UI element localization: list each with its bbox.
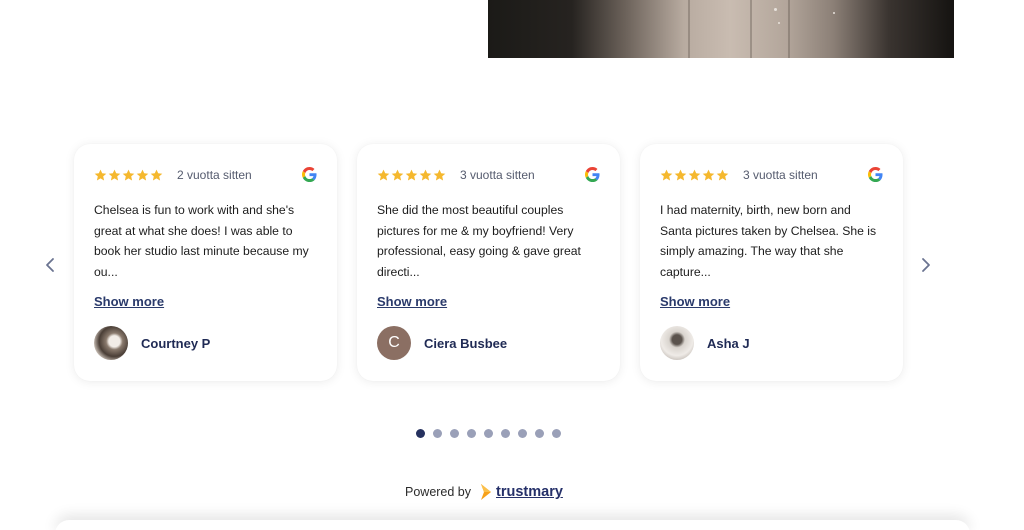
review-card: 2 vuotta sitten Chelsea is fun to work w… [74, 144, 337, 381]
star-icon [122, 169, 135, 180]
carousel-prev-button[interactable] [41, 256, 59, 274]
star-icon [688, 169, 701, 180]
star-icon [702, 169, 715, 180]
author-name: Courtney P [141, 335, 211, 351]
trustmary-logo-icon [481, 484, 492, 500]
chevron-left-icon [46, 258, 54, 272]
star-rating [377, 169, 446, 182]
powered-by-label: Powered by [405, 485, 472, 499]
author-name: Asha J [707, 335, 750, 351]
review-card: 3 vuotta sitten I had maternity, birth, … [640, 144, 903, 381]
review-time: 3 vuotta sitten [460, 168, 535, 182]
avatar: C [377, 326, 411, 360]
review-header: 2 vuotta sitten [94, 167, 319, 183]
review-time: 2 vuotta sitten [177, 168, 252, 182]
review-header: 3 vuotta sitten [660, 167, 885, 183]
star-icon [150, 169, 163, 180]
next-section-edge [55, 520, 970, 530]
review-time: 3 vuotta sitten [743, 168, 818, 182]
pagination-dot[interactable] [518, 429, 527, 438]
review-text: She did the most beautiful couples pictu… [377, 203, 581, 279]
carousel-next-button[interactable] [917, 256, 935, 274]
star-icon [136, 169, 149, 180]
chevron-right-icon [922, 258, 930, 272]
pagination-dot[interactable] [552, 429, 561, 438]
avatar [660, 326, 694, 360]
reviews-carousel: 2 vuotta sitten Chelsea is fun to work w… [0, 0, 1024, 530]
review-text: I had maternity, birth, new born and San… [660, 203, 877, 279]
star-icon [94, 169, 107, 180]
google-icon [302, 167, 317, 182]
author-name: Ciera Busbee [424, 335, 508, 351]
powered-by: Powered by trustmary [405, 481, 563, 503]
star-icon [674, 169, 687, 180]
pagination-dot[interactable] [535, 429, 544, 438]
star-icon [433, 169, 446, 180]
star-icon [377, 169, 390, 180]
review-author: C Ciera Busbee [377, 326, 507, 360]
trustmary-link[interactable]: trustmary [496, 484, 563, 500]
show-more-link[interactable]: Show more [94, 294, 164, 309]
star-rating [94, 169, 163, 182]
star-icon [716, 169, 729, 180]
show-more-link[interactable]: Show more [660, 294, 730, 309]
avatar [94, 326, 128, 360]
pagination-dot[interactable] [501, 429, 510, 438]
star-icon [108, 169, 121, 180]
review-author: Asha J [660, 326, 750, 360]
pagination-dot[interactable] [484, 429, 493, 438]
google-icon [868, 167, 883, 182]
review-text: Chelsea is fun to work with and she's gr… [94, 203, 309, 279]
star-rating [660, 169, 729, 182]
pagination-dot[interactable] [416, 429, 425, 438]
review-author: Courtney P [94, 326, 210, 360]
review-header: 3 vuotta sitten [377, 167, 602, 183]
star-icon [419, 169, 432, 180]
google-icon [585, 167, 600, 182]
star-icon [405, 169, 418, 180]
review-card: 3 vuotta sitten She did the most beautif… [357, 144, 620, 381]
show-more-link[interactable]: Show more [377, 294, 447, 309]
star-icon [660, 169, 673, 180]
pagination-dot[interactable] [467, 429, 476, 438]
star-icon [391, 169, 404, 180]
carousel-pagination [416, 429, 561, 438]
pagination-dot[interactable] [433, 429, 442, 438]
pagination-dot[interactable] [450, 429, 459, 438]
